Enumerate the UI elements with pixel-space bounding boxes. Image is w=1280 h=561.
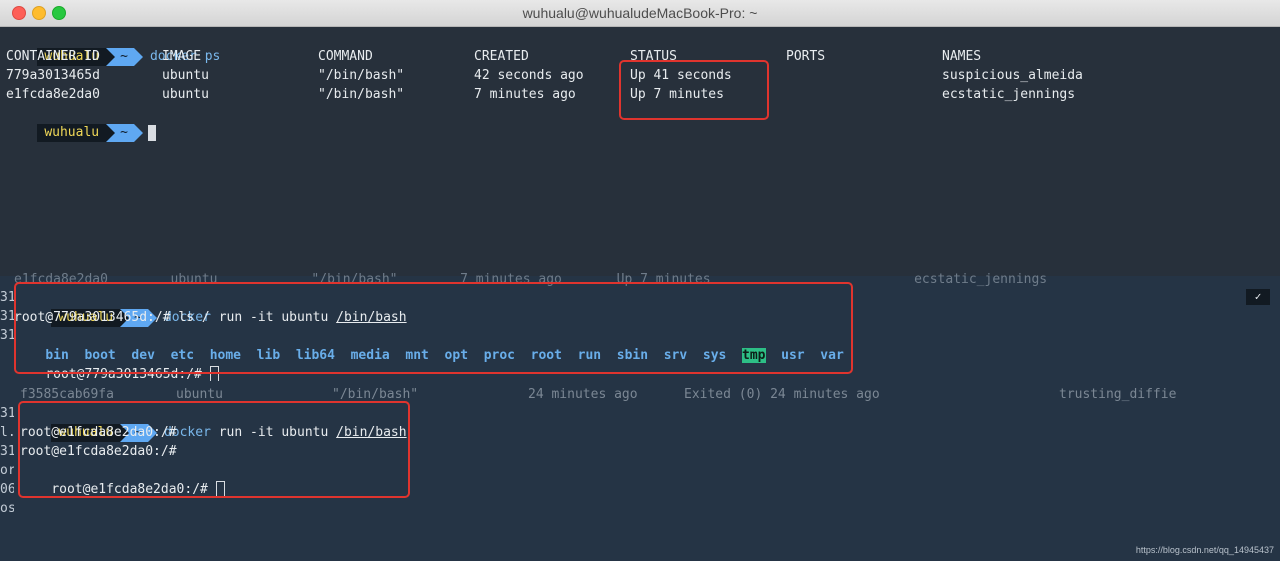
header-container-id: CONTAINER ID (6, 49, 100, 64)
status-highlight-box (619, 60, 769, 120)
cell-names: trusting_diffie (1059, 387, 1177, 402)
header-names: NAMES (942, 49, 982, 64)
cell-container-id: 779a3013465d (6, 68, 100, 83)
watermark: https://blog.csdn.net/qq_14945437 (1135, 545, 1274, 555)
left-gutter: 31 31 31 (0, 290, 14, 343)
left-gutter: 31 l. 31 or 06 os (0, 406, 14, 516)
prompt-line: wuhualu ~ docker ps (6, 28, 220, 66)
header-created: CREATED (474, 49, 529, 64)
prompt-user: wuhualu (37, 124, 107, 142)
cell-names: suspicious_almeida (942, 68, 1083, 83)
header-ports: PORTS (786, 49, 826, 64)
cell-status: Exited (0) 24 minutes ago (684, 387, 880, 402)
title-bar: wuhualu@wuhualudeMacBook-Pro: ~ (0, 0, 1280, 27)
cell-image: ubuntu (162, 87, 209, 102)
cell-names: ecstatic_jennings (942, 87, 1076, 102)
run-highlight-box (14, 282, 853, 374)
cell-created: 7 minutes ago (474, 87, 576, 102)
prompt-line: wuhualu ~ (6, 104, 156, 142)
prompt-dir: ~ (106, 124, 143, 142)
prompt-dir: ~ (106, 48, 143, 66)
success-check-icon: ✓ (1246, 289, 1270, 305)
header-command: COMMAND (318, 49, 373, 64)
cell-container-id: e1fcda8e2da0 (6, 87, 100, 102)
cell-created: 42 seconds ago (474, 68, 584, 83)
cell-command: "/bin/bash" (318, 87, 405, 102)
header-image: IMAGE (162, 49, 202, 64)
cell-command: "/bin/bash" (318, 68, 405, 83)
cell-image: ubuntu (162, 68, 209, 83)
cell-created: 24 minutes ago (528, 387, 638, 402)
terminal-cursor (147, 124, 156, 141)
window-title: wuhualu@wuhualudeMacBook-Pro: ~ (522, 5, 758, 21)
container-shell-highlight-box (18, 401, 410, 498)
